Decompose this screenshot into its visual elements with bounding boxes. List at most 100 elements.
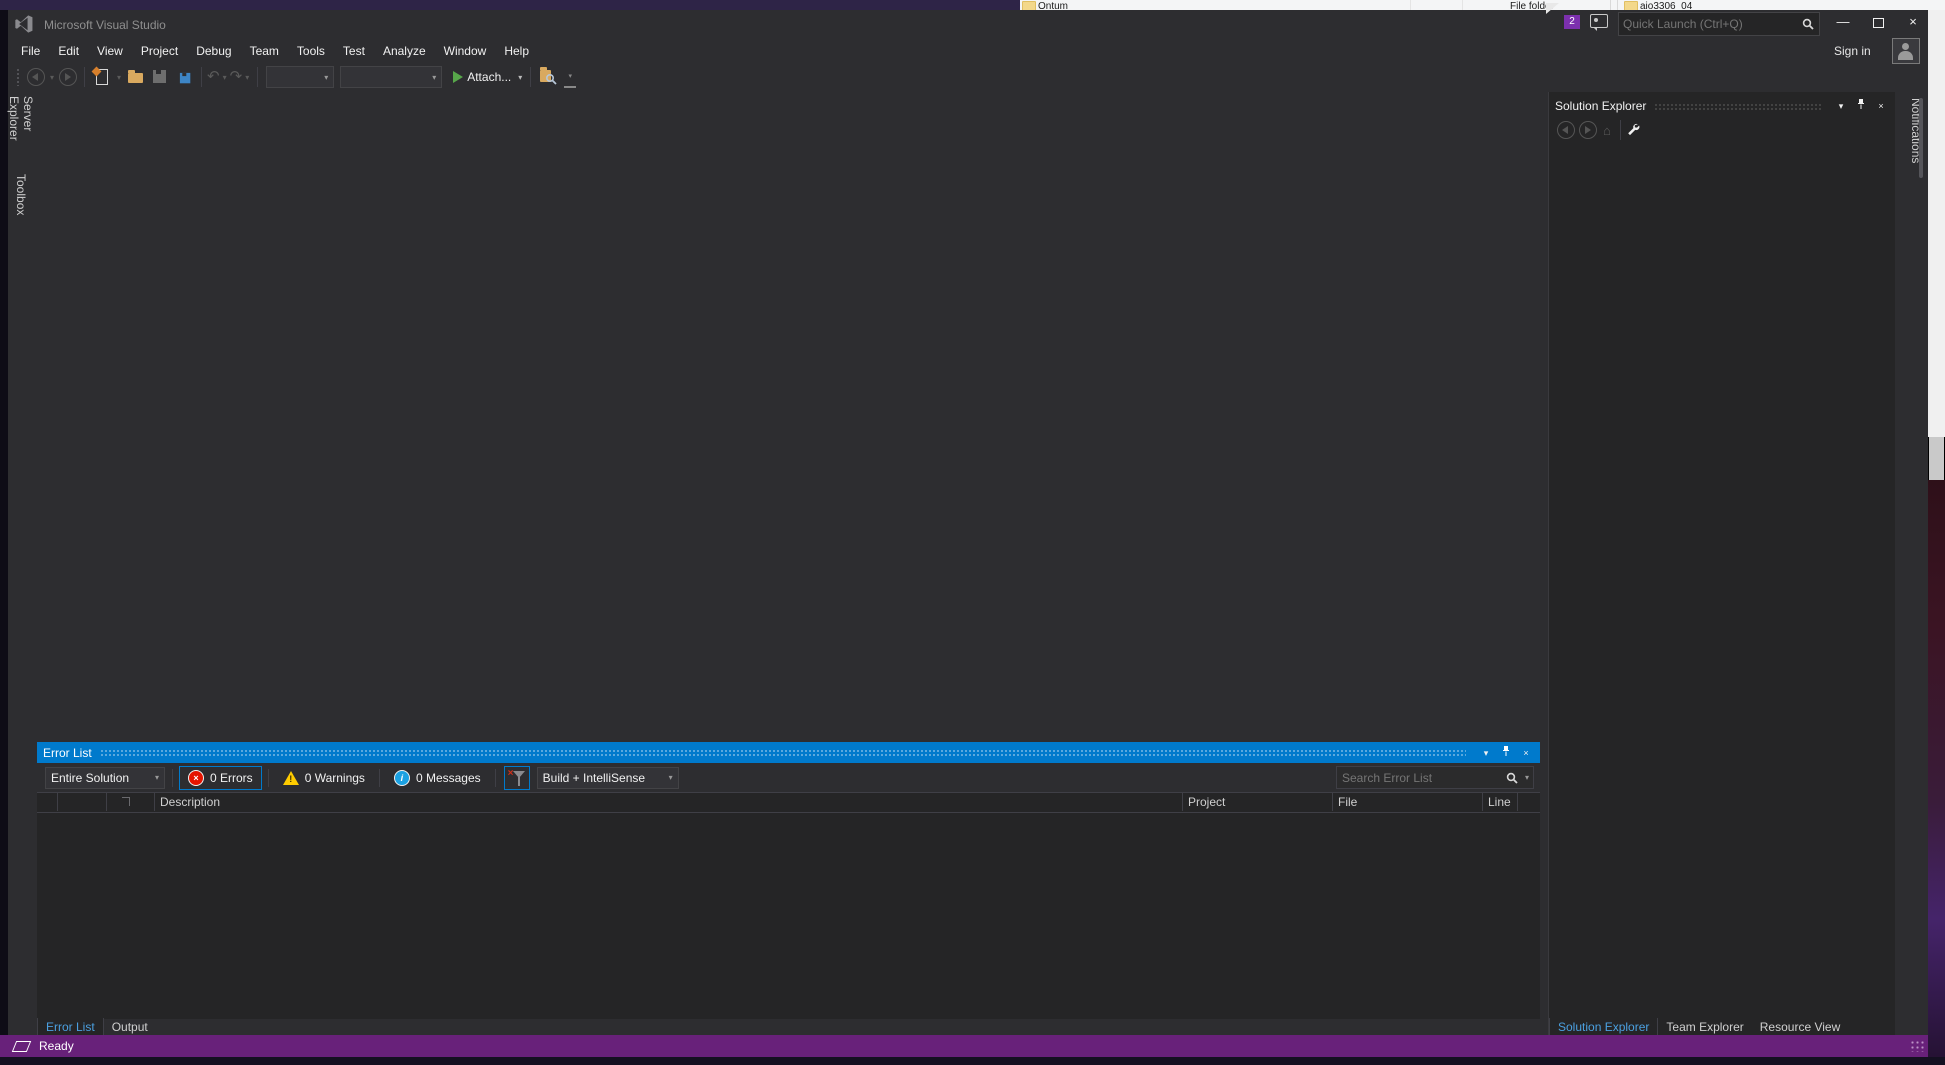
menu-edit[interactable]: Edit [49,40,88,62]
menu-debug[interactable]: Debug [187,40,240,62]
severity-glyph-icon [122,797,130,806]
window-position-chevron-icon[interactable]: ▾ [1833,98,1849,114]
open-file-icon[interactable] [127,68,145,86]
sign-in-link[interactable]: Sign in [1834,44,1871,58]
menu-tools[interactable]: Tools [288,40,334,62]
pin-icon[interactable] [1498,745,1514,761]
column-line[interactable]: Line [1483,793,1518,811]
explorer-column-divider [1462,0,1463,10]
sidebar-tab-toolbox[interactable]: Toolbox [8,170,34,238]
resize-grip[interactable] [1910,1040,1924,1052]
properties-wrench-icon[interactable] [1626,122,1640,139]
filter-button[interactable]: × [504,766,530,790]
solution-explorer-tree-area[interactable] [1549,142,1895,1036]
column-file[interactable]: File [1333,793,1483,811]
folder-icon [1022,1,1036,10]
attach-button[interactable]: Attach... [467,70,511,84]
explorer-column-divider [1610,0,1611,10]
solution-configurations-dropdown[interactable]: ▾ [266,66,334,88]
tab-team-explorer[interactable]: Team Explorer [1658,1018,1751,1036]
new-project-icon[interactable] [93,68,111,86]
se-back-icon[interactable] [1557,121,1575,139]
warning-icon: ! [283,771,299,785]
column-blank[interactable] [58,793,107,811]
find-in-files-icon[interactable] [539,68,557,86]
solution-explorer-toolbar: ⌂ [1549,118,1895,142]
column-description[interactable]: Description [155,793,1183,811]
search-options-caret[interactable]: ▾ [1525,773,1529,782]
solution-platforms-dropdown[interactable]: ▾ [340,66,442,88]
solution-explorer-title: Solution Explorer [1555,99,1646,113]
visual-studio-logo-icon [14,14,34,34]
back-dropdown-caret[interactable]: ▾ [50,73,54,82]
se-forward-icon[interactable] [1579,121,1597,139]
menu-help[interactable]: Help [495,40,538,62]
pin-icon[interactable] [1853,98,1869,114]
menu-view[interactable]: View [88,40,132,62]
background-file-explorer-strip: Ontum File folder aio3306_04 [1020,0,1945,10]
quick-launch-box[interactable] [1618,12,1820,36]
error-list-title-bar[interactable]: Error List ▾ × [37,742,1540,763]
error-scope-dropdown[interactable]: Entire Solution▾ [45,767,165,789]
notification-count-badge[interactable]: 2 [1564,15,1580,29]
menu-analyze[interactable]: Analyze [374,40,435,62]
new-project-dropdown-caret[interactable]: ▾ [117,73,121,82]
search-icon [1802,18,1814,30]
solution-explorer-title-bar[interactable]: Solution Explorer ▾ × [1549,96,1895,116]
toolbar-drag-grip[interactable] [16,68,20,86]
warnings-filter-button[interactable]: ! 0 Warnings [275,767,373,789]
column-project[interactable]: Project [1183,793,1333,811]
menu-file[interactable]: File [12,40,49,62]
save-all-icon[interactable] [175,68,193,86]
close-icon[interactable]: × [1518,745,1534,761]
notifications-flag-icon[interactable] [1546,14,1562,30]
menu-test[interactable]: Test [334,40,374,62]
explorer-item-name: Ontum [1038,1,1068,10]
account-avatar[interactable] [1892,38,1920,64]
feedback-icon[interactable] [1590,14,1608,28]
wallpaper-top-strip [0,0,1020,10]
window-position-chevron-icon[interactable]: ▾ [1478,745,1494,761]
title-drag-texture [1654,103,1821,110]
error-list-toolbar: Entire Solution▾ × 0 Errors ! 0 Warnings… [37,763,1540,792]
error-list-grid[interactable]: Description Project File Line [37,792,1540,1019]
undo-icon[interactable]: ↶ [207,68,220,86]
maximize-button[interactable] [1861,10,1895,36]
errors-filter-button[interactable]: × 0 Errors [179,766,262,790]
column-extra[interactable] [1518,793,1540,811]
folder-icon [1624,1,1638,10]
attach-dropdown-caret[interactable]: ▾ [518,73,522,82]
error-list-search-input[interactable] [1337,771,1506,785]
status-text: Ready [39,1039,74,1053]
navigate-forward-icon[interactable] [59,68,77,86]
save-icon[interactable] [151,68,169,86]
home-icon[interactable]: ⌂ [1603,123,1611,138]
navigate-back-icon[interactable] [27,68,45,86]
close-icon[interactable]: × [1873,98,1889,114]
sidebar-tab-server-explorer[interactable]: Server Explorer [8,92,34,172]
error-source-dropdown[interactable]: Build + IntelliSense▾ [537,767,679,789]
quick-launch-input[interactable] [1619,17,1802,31]
error-icon: × [188,770,204,786]
menu-team[interactable]: Team [241,40,288,62]
close-button[interactable]: × [1896,10,1930,36]
menu-window[interactable]: Window [435,40,496,62]
error-list-search-box[interactable]: ▾ [1336,766,1534,789]
solution-explorer-panel: Solution Explorer ▾ × ⌂ [1549,92,1895,1036]
messages-filter-button[interactable]: i 0 Messages [386,767,489,789]
minimize-button[interactable]: — [1826,10,1860,36]
menu-project[interactable]: Project [132,40,187,62]
column-severity[interactable] [107,793,155,811]
undo-dropdown-caret[interactable]: ▾ [223,73,227,82]
tab-output[interactable]: Output [104,1018,156,1036]
tab-resource-view[interactable]: Resource View [1752,1018,1848,1036]
toolbar-options-overflow[interactable]: ▾ [564,72,576,88]
wallpaper-bottom-strip [0,1057,1945,1065]
title-bar[interactable]: Microsoft Visual Studio 2 — × [8,10,1928,40]
redo-dropdown-caret[interactable]: ▾ [245,73,249,82]
column-selector[interactable] [37,793,58,811]
start-debug-icon[interactable] [453,71,463,83]
title-drag-texture [100,749,1466,756]
window-title: Microsoft Visual Studio [44,18,166,32]
redo-icon[interactable]: ↷ [230,68,243,86]
